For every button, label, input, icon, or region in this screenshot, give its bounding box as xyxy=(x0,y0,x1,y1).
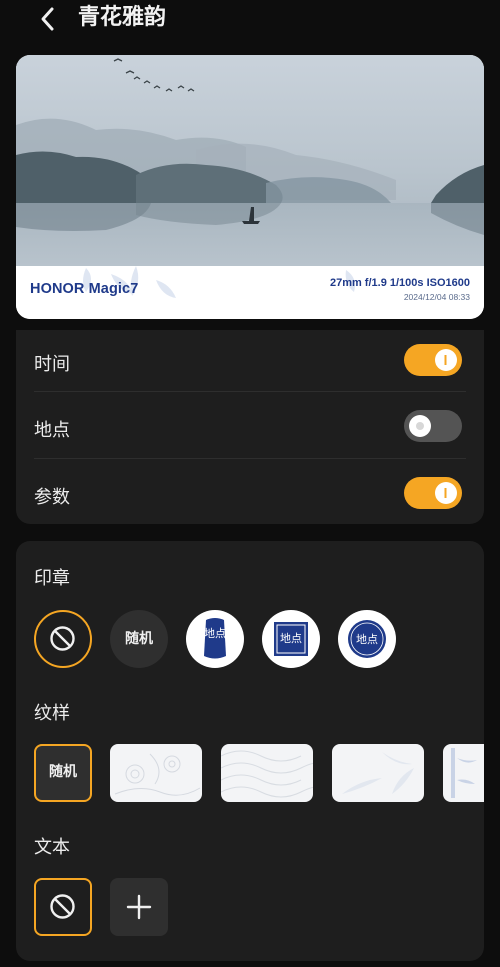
location-switch[interactable] xyxy=(404,410,462,442)
shot-params: 27mm f/1.9 1/100s ISO1600 xyxy=(329,277,470,289)
toggle-row-params: 参数 xyxy=(16,463,484,529)
pattern-random-option[interactable]: 随机 xyxy=(34,744,92,802)
text-none-option[interactable] xyxy=(34,878,92,936)
back-button[interactable] xyxy=(36,4,62,34)
seal-text: 地点 xyxy=(280,632,302,645)
divider xyxy=(34,391,466,392)
stamp-random-option[interactable]: 随机 xyxy=(110,610,168,668)
stamp-vertical-seal-option[interactable]: 地点 xyxy=(186,610,244,668)
landscape-photo xyxy=(16,55,484,266)
stamp-none-option[interactable] xyxy=(34,610,92,668)
seal-text: 地点 xyxy=(204,627,226,640)
pattern-section-title: 纹样 xyxy=(34,703,70,724)
vertical-seal-icon: 地点 xyxy=(204,618,226,659)
square-seal-icon: 地点 xyxy=(274,622,308,656)
pattern-floral-option[interactable] xyxy=(110,744,202,802)
switch-on-mark-icon xyxy=(444,488,447,498)
stamp-square-seal-option[interactable]: 地点 xyxy=(262,610,320,668)
shot-datetime: 2024/12/04 08:33 xyxy=(403,292,470,302)
pattern-more-option[interactable] xyxy=(443,744,484,802)
toggle-label: 参数 xyxy=(34,487,70,508)
bamboo-pattern-icon xyxy=(342,752,414,794)
top-bar: 青花雅韵 xyxy=(0,0,500,42)
stamp-section-title: 印章 xyxy=(34,568,70,589)
exif-info: 27mm f/1.9 1/100s ISO1600 2024/12/04 08:… xyxy=(330,277,470,302)
floral-pattern-icon xyxy=(114,753,201,796)
info-toggles-card: 时间 地点 参数 xyxy=(16,330,484,524)
prohibited-icon xyxy=(50,894,75,919)
toggle-row-location: 地点 xyxy=(16,396,484,462)
stamp-round-seal-option[interactable]: 地点 xyxy=(338,610,396,668)
bamboo-pattern-icon xyxy=(451,748,477,798)
page-title: 青花雅韵 xyxy=(78,5,167,30)
cloud-pattern-icon xyxy=(221,750,313,798)
add-text-button[interactable] xyxy=(110,878,168,936)
switch-on-mark-icon xyxy=(444,355,447,365)
toggle-label: 地点 xyxy=(34,420,70,441)
pattern-cloud-option[interactable] xyxy=(221,744,313,802)
time-switch[interactable] xyxy=(404,344,462,376)
toggle-row-time: 时间 xyxy=(16,330,484,396)
prohibited-icon xyxy=(50,626,75,651)
chevron-left-icon xyxy=(41,7,54,31)
style-options-card: 印章 随机 地点 地点 地点 纹样 随机 文本 xyxy=(16,541,484,961)
round-seal-icon: 地点 xyxy=(348,620,386,658)
divider xyxy=(34,458,466,459)
text-section-title: 文本 xyxy=(34,837,70,858)
pattern-bamboo-option[interactable] xyxy=(332,744,424,802)
params-switch[interactable] xyxy=(404,477,462,509)
watermark-footer: HONOR Magic7 27mm f/1.9 1/100s ISO1600 2… xyxy=(16,266,484,319)
device-brand: HONOR Magic7 xyxy=(30,281,139,297)
plus-icon xyxy=(126,894,152,920)
toggle-label: 时间 xyxy=(34,354,70,375)
seal-text: 地点 xyxy=(356,633,378,646)
switch-off-mark-icon xyxy=(416,422,424,430)
photo-preview: HONOR Magic7 27mm f/1.9 1/100s ISO1600 2… xyxy=(16,55,484,319)
